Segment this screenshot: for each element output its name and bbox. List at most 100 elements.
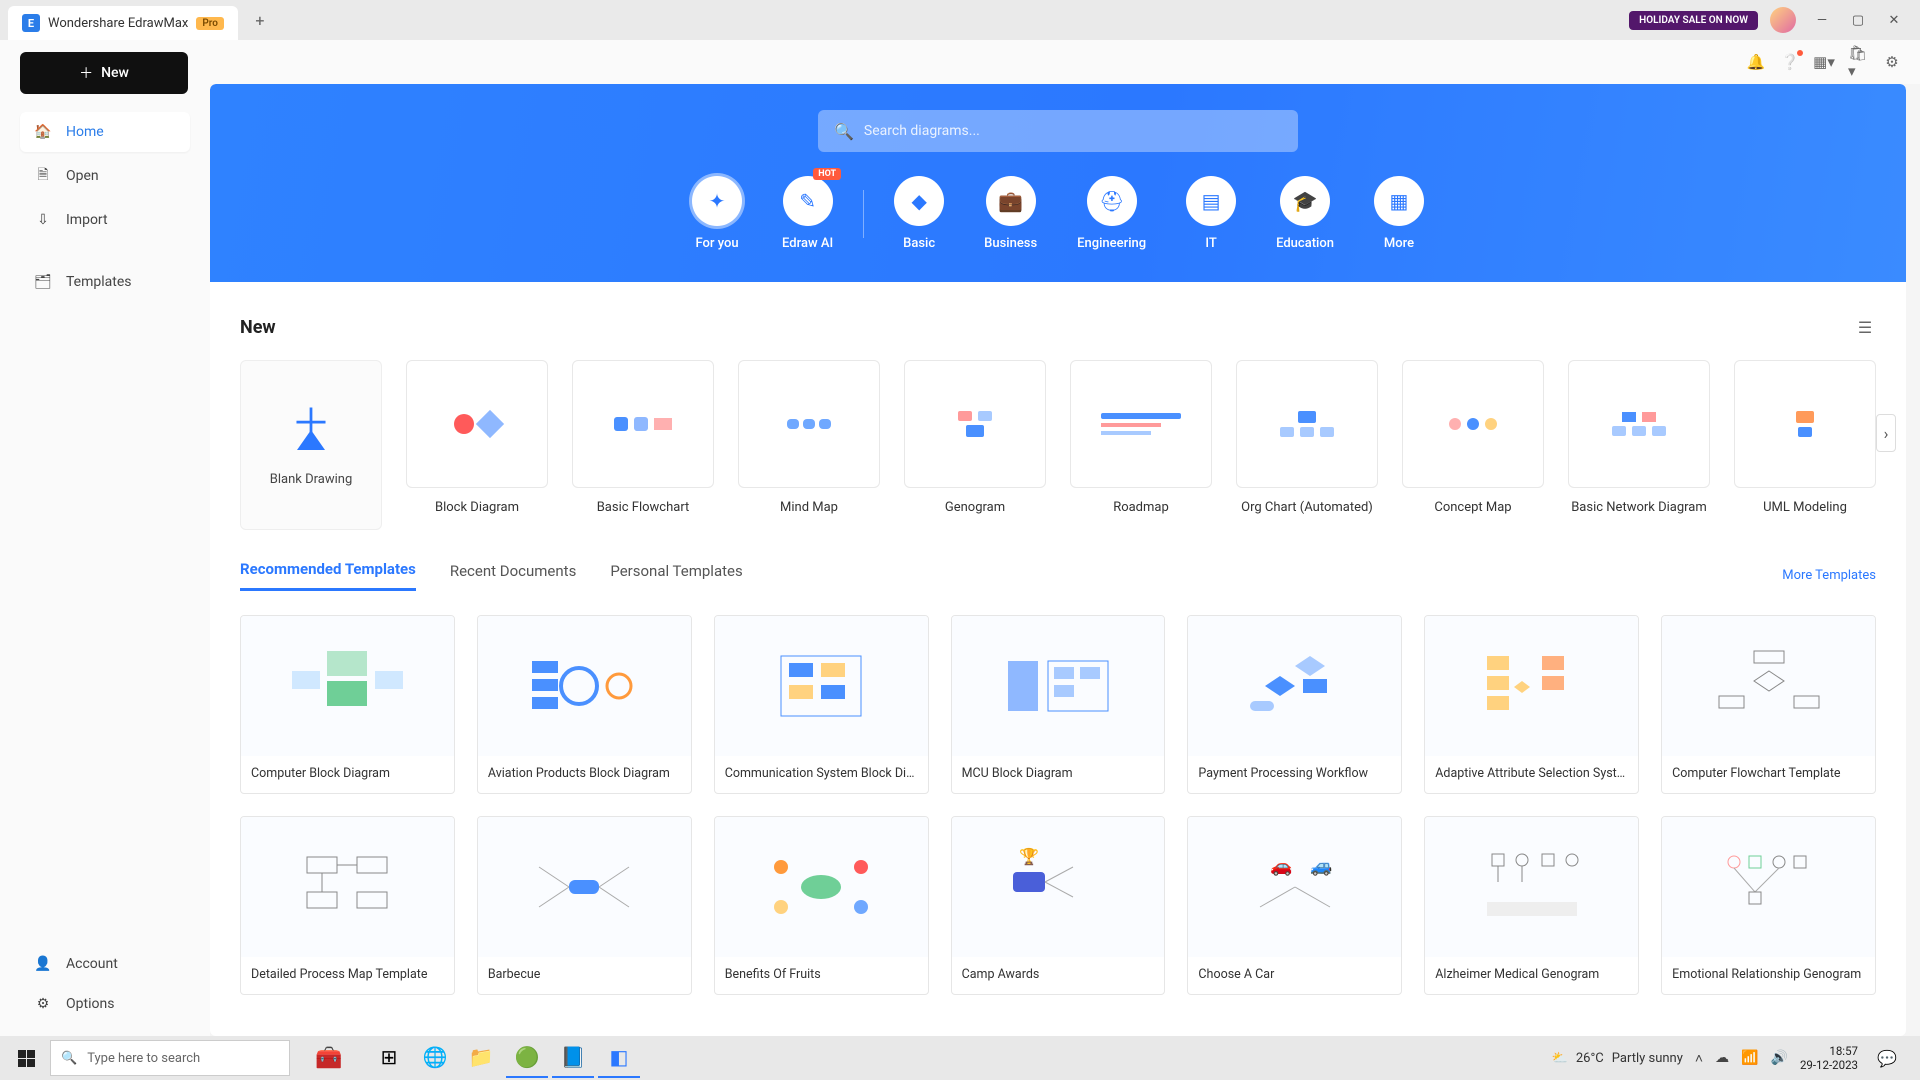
- category-label: Engineering: [1077, 236, 1146, 251]
- category-tab-foryou[interactable]: ✦ For you: [692, 176, 742, 251]
- template-thumb: [904, 360, 1046, 488]
- grid-card[interactable]: Computer Flowchart Template: [1661, 615, 1876, 794]
- sidebar-item-label: Open: [66, 168, 99, 184]
- search-input[interactable]: [864, 123, 1282, 139]
- category-tab-more[interactable]: ▦ More: [1374, 176, 1424, 251]
- taskbar-search[interactable]: 🔍 Type here to search: [50, 1040, 290, 1076]
- notifications-icon[interactable]: 🔔: [1746, 52, 1766, 72]
- tray-chevron-icon[interactable]: ˄: [1695, 1050, 1703, 1067]
- holiday-sale-badge[interactable]: HOLIDAY SALE ON NOW: [1629, 11, 1758, 30]
- blank-drawing-card[interactable]: ＋ Blank Drawing: [240, 360, 382, 530]
- sidebar-item-account[interactable]: 👤 Account: [20, 944, 190, 984]
- grid-card[interactable]: Benefits Of Fruits: [714, 816, 929, 995]
- template-card-genogram[interactable]: Genogram: [904, 360, 1046, 515]
- action-center-button[interactable]: 💬: [1870, 1038, 1904, 1078]
- wifi-icon[interactable]: 📶: [1741, 1050, 1758, 1066]
- grid-card[interactable]: Emotional Relationship Genogram: [1661, 816, 1876, 995]
- grid-card[interactable]: Aviation Products Block Diagram: [477, 615, 692, 794]
- home-icon: 🏠: [34, 124, 52, 140]
- grid-card[interactable]: Alzheimer Medical Genogram: [1424, 816, 1639, 995]
- weather-temp: 26°C: [1576, 1051, 1604, 1066]
- taskbar-app-edrawmax[interactable]: ◧: [598, 1038, 640, 1078]
- grid-label: Adaptive Attribute Selection System: [1425, 756, 1638, 793]
- template-card-mind-map[interactable]: Mind Map: [738, 360, 880, 515]
- titlebar: E Wondershare EdrawMax Pro + HOLIDAY SAL…: [0, 0, 1920, 40]
- new-tab-button[interactable]: +: [246, 6, 274, 34]
- templates-icon: 🗂: [34, 274, 52, 290]
- help-icon[interactable]: ❔: [1780, 52, 1800, 72]
- category-tab-edrawai[interactable]: HOT ✎ Edraw AI: [782, 176, 833, 251]
- grid-card[interactable]: Detailed Process Map Template: [240, 816, 455, 995]
- taskbar-app-word[interactable]: 📘: [552, 1038, 594, 1078]
- grid-thumb: [715, 817, 928, 957]
- list-view-toggle[interactable]: ☰: [1854, 316, 1876, 338]
- basic-icon: ◆: [894, 176, 944, 226]
- category-label: Basic: [903, 236, 935, 251]
- window-maximize-button[interactable]: ▢: [1840, 6, 1876, 34]
- app-tab[interactable]: E Wondershare EdrawMax Pro: [8, 6, 238, 40]
- new-section: New ☰ ＋ Blank Drawing Block Diagram Basi…: [210, 282, 1906, 540]
- onedrive-icon[interactable]: ☁: [1715, 1050, 1729, 1066]
- sidebar-item-options[interactable]: ⚙ Options: [20, 984, 190, 1024]
- category-tab-it[interactable]: ▤ IT: [1186, 176, 1236, 251]
- user-avatar[interactable]: [1770, 7, 1796, 33]
- sidebar-item-home[interactable]: 🏠 Home: [20, 112, 190, 152]
- tab-recommended[interactable]: Recommended Templates: [240, 560, 416, 591]
- grid-card[interactable]: Computer Block Diagram: [240, 615, 455, 794]
- template-card-uml[interactable]: UML Modeling: [1734, 360, 1876, 515]
- template-card-concept-map[interactable]: Concept Map: [1402, 360, 1544, 515]
- sidebar-item-templates[interactable]: 🗂 Templates: [20, 262, 190, 302]
- template-thumb: [1734, 360, 1876, 488]
- grid-card[interactable]: Payment Processing Workflow: [1187, 615, 1402, 794]
- grid-card[interactable]: Adaptive Attribute Selection System: [1424, 615, 1639, 794]
- template-card-org-chart[interactable]: Org Chart (Automated): [1236, 360, 1378, 515]
- start-button[interactable]: [6, 1038, 46, 1078]
- template-card-block-diagram[interactable]: Block Diagram: [406, 360, 548, 515]
- grid-card[interactable]: 🏆Camp Awards: [951, 816, 1166, 995]
- taskbar-clock[interactable]: 18:57 29-12-2023: [1800, 1044, 1858, 1073]
- grid-card[interactable]: Communication System Block Diag...: [714, 615, 929, 794]
- hot-badge: HOT: [813, 168, 841, 180]
- business-icon: 💼: [986, 176, 1036, 226]
- sidebar-item-open[interactable]: 🗎 Open: [20, 156, 190, 196]
- template-thumb: [1402, 360, 1544, 488]
- apps-icon[interactable]: ▦▾: [1814, 52, 1834, 72]
- taskbar-app-edge[interactable]: 🌐: [414, 1038, 456, 1078]
- scroll-right-button[interactable]: ›: [1876, 414, 1896, 452]
- category-tab-basic[interactable]: ◆ Basic: [894, 176, 944, 251]
- gift-icon[interactable]: 🛍▾: [1848, 52, 1868, 72]
- category-tab-business[interactable]: 💼 Business: [984, 176, 1037, 251]
- search-icon: 🔍: [61, 1051, 77, 1066]
- grid-thumb: [241, 817, 454, 957]
- grid-card[interactable]: Barbecue: [477, 816, 692, 995]
- grid-card[interactable]: MCU Block Diagram: [951, 615, 1166, 794]
- new-document-button[interactable]: ＋ New: [20, 52, 188, 94]
- taskbar-news-widget[interactable]: 🧰: [294, 1038, 364, 1078]
- sidebar-item-import[interactable]: ⇩ Import: [20, 200, 190, 240]
- template-card-basic-flowchart[interactable]: Basic Flowchart: [572, 360, 714, 515]
- more-templates-link[interactable]: More Templates: [1782, 568, 1876, 583]
- template-thumb: [738, 360, 880, 488]
- taskbar-app-chrome[interactable]: 🟢: [506, 1038, 548, 1078]
- new-button-label: New: [101, 65, 129, 81]
- more-icon: ▦: [1374, 176, 1424, 226]
- volume-icon[interactable]: 🔊: [1771, 1050, 1788, 1066]
- search-box[interactable]: 🔍: [818, 110, 1298, 152]
- settings-icon[interactable]: ⚙: [1882, 52, 1902, 72]
- template-card-network-diagram[interactable]: Basic Network Diagram: [1568, 360, 1710, 515]
- category-label: More: [1384, 236, 1414, 251]
- window-close-button[interactable]: ✕: [1876, 6, 1912, 34]
- weather-widget[interactable]: ⛅ 26°C Partly sunny: [1552, 1051, 1683, 1066]
- it-icon: ▤: [1186, 176, 1236, 226]
- category-tab-education[interactable]: 🎓 Education: [1276, 176, 1334, 251]
- tab-recent[interactable]: Recent Documents: [450, 562, 576, 590]
- template-card-roadmap[interactable]: Roadmap: [1070, 360, 1212, 515]
- window-minimize-button[interactable]: ―: [1804, 6, 1840, 34]
- grid-card[interactable]: 🚗🚙Choose A Car: [1187, 816, 1402, 995]
- taskbar-app-explorer[interactable]: 📁: [460, 1038, 502, 1078]
- windows-taskbar: 🔍 Type here to search 🧰 ⊞ 🌐 📁 🟢 📘 ◧ ⛅ 26…: [0, 1036, 1920, 1080]
- task-view-button[interactable]: ⊞: [368, 1038, 410, 1078]
- category-tab-engineering[interactable]: ⛑ Engineering: [1077, 176, 1146, 251]
- tab-personal[interactable]: Personal Templates: [610, 562, 742, 590]
- category-label: Education: [1276, 236, 1334, 251]
